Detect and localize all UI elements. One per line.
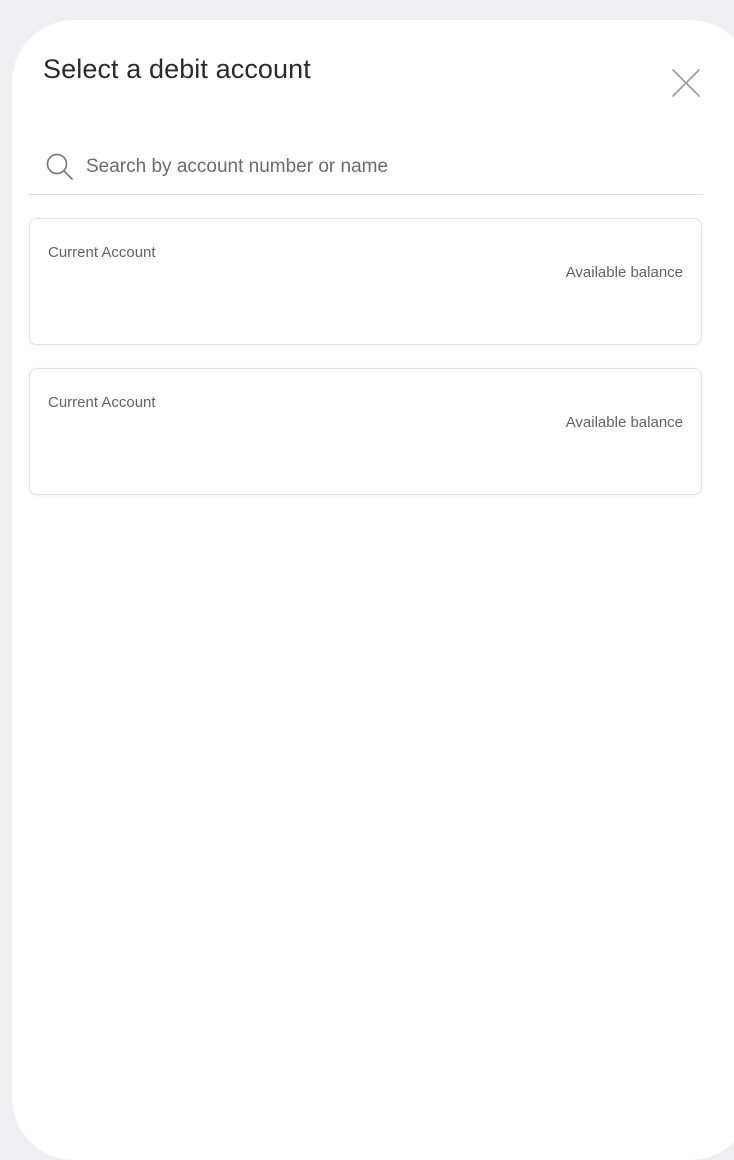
search-input[interactable]: [86, 150, 686, 184]
account-select-modal: Select a debit account Current Account A…: [12, 20, 734, 1160]
account-type-label: Current Account: [48, 244, 156, 261]
close-button[interactable]: [670, 67, 702, 99]
account-card[interactable]: Current Account Available balance: [29, 368, 702, 495]
modal-title: Select a debit account: [43, 54, 311, 84]
account-card[interactable]: Current Account Available balance: [29, 218, 702, 345]
close-icon: [672, 69, 700, 97]
available-balance-label: Available balance: [565, 414, 683, 431]
search-icon: [46, 153, 73, 180]
account-type-label: Current Account: [48, 394, 156, 411]
available-balance-label: Available balance: [565, 264, 683, 281]
search-bar: [28, 150, 703, 195]
